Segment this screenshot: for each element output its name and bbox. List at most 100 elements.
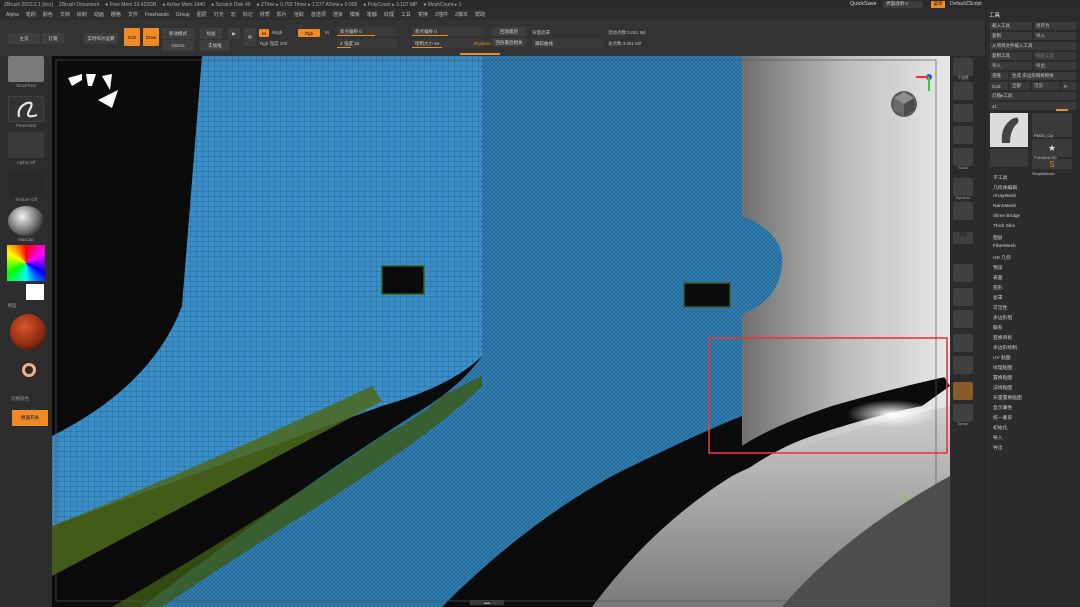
subtool-button[interactable] xyxy=(953,58,973,76)
goz-button[interactable]: GoZ xyxy=(990,82,1008,90)
menu-item[interactable]: 帮助 xyxy=(475,11,485,18)
import-2-button[interactable]: 导入 xyxy=(990,62,1032,70)
menu-item[interactable]: 文档 xyxy=(60,11,70,18)
move-button[interactable] xyxy=(953,104,973,122)
menu-item[interactable]: 颜色 xyxy=(43,11,53,18)
draw-focal-slider[interactable]: 焦点偏移 0 xyxy=(412,27,484,36)
subpanel-hd-geometry[interactable]: HD 几何 xyxy=(993,254,1011,261)
material-sphere[interactable] xyxy=(8,206,44,236)
menu-item[interactable]: 标记 xyxy=(243,11,253,18)
a-toggle[interactable]: M xyxy=(259,29,269,37)
menu-item[interactable]: 图层 xyxy=(197,11,207,18)
menu-item[interactable]: 宏 xyxy=(231,11,236,18)
bottom-tray-handle[interactable]: ▴▴▴ xyxy=(470,600,504,605)
z-intensity-slider[interactable]: Z 强度 25 xyxy=(337,39,397,48)
menu-item[interactable]: 笔刷 xyxy=(26,11,36,18)
replay-last-button[interactable]: 回放最后 xyxy=(492,27,526,36)
replay-last-rel-button[interactable]: 回放最后相关 xyxy=(492,38,526,47)
menu-item[interactable]: 变换 xyxy=(418,11,428,18)
lightbox-button[interactable]: 灯箱 xyxy=(42,33,64,44)
solo-button[interactable] xyxy=(953,264,973,282)
secondary-color-swatch[interactable] xyxy=(26,284,44,300)
load-tool-button[interactable]: 载入工具 xyxy=(990,22,1032,30)
menu-item[interactable]: Group xyxy=(176,12,190,18)
subpanel-uv-map[interactable]: UV 贴图 xyxy=(993,354,1011,361)
polyf-button[interactable] xyxy=(953,288,973,306)
export-button[interactable]: 导出 xyxy=(1034,62,1076,70)
play-icon[interactable]: ▶ xyxy=(228,28,240,39)
alpha-thumbnail[interactable] xyxy=(8,132,44,158)
quicksave-button[interactable]: QuickSave xyxy=(850,1,877,7)
menu-item[interactable]: Alpha xyxy=(6,12,19,18)
subpanel-deformation[interactable]: 变形 xyxy=(993,284,1003,291)
lasso-button[interactable] xyxy=(953,382,973,400)
brush-thumbnail[interactable] xyxy=(8,56,44,82)
menus-toggle-button[interactable]: 菜单 xyxy=(931,1,945,8)
scale-button[interactable] xyxy=(953,82,973,100)
menu-item[interactable]: Z插件 xyxy=(435,11,448,18)
menu-item[interactable]: 动画 xyxy=(94,11,104,18)
menu-item[interactable]: 影片 xyxy=(277,11,287,18)
default-zscript-button[interactable]: DefaultZScript xyxy=(950,1,982,7)
subpanel-subtool[interactable]: 子工具 xyxy=(993,174,1007,181)
goz-visible-button[interactable]: 可见 xyxy=(1032,82,1060,90)
toggle-face-button[interactable]: 换面开关 xyxy=(12,410,48,426)
subpanel-displacement-map[interactable]: 置换贴图 xyxy=(993,374,1012,381)
backface-mask-toggle[interactable]: 背面遮罩 xyxy=(532,30,550,36)
subpanel-surface[interactable]: 表面 xyxy=(993,274,1003,281)
draw-button[interactable]: Draw xyxy=(143,28,159,46)
color-picker[interactable] xyxy=(7,245,45,281)
scale-mode-button[interactable]: Gizmo xyxy=(162,40,194,51)
subpanel-initialize[interactable]: 初始化 xyxy=(993,424,1007,431)
canvas-viewport[interactable] xyxy=(52,56,950,607)
subpanel-display-properties[interactable]: 显示属性 xyxy=(993,404,1012,411)
menu-item[interactable]: 纹理 xyxy=(384,11,394,18)
live-boolean-button[interactable]: 实时布尔运算 xyxy=(84,33,118,44)
subpanel-geometry[interactable]: 几何体编辑 xyxy=(993,184,1017,191)
rgb-toggle[interactable]: Rgb xyxy=(298,29,320,37)
subpanel-unified-skin[interactable]: 统一蒙皮 xyxy=(993,414,1012,421)
current-tool-thumbnail[interactable] xyxy=(990,113,1028,147)
navigation-cube[interactable] xyxy=(891,91,917,117)
subpanel-masking[interactable]: 遮罩 xyxy=(993,294,1003,301)
subpanel-visibility[interactable]: 可见性 xyxy=(993,304,1007,311)
material-preview-sphere[interactable] xyxy=(10,314,46,350)
ghost-button[interactable] xyxy=(953,356,973,374)
sphere-icon[interactable]: ◍ xyxy=(244,28,256,46)
subpanel-fibermesh[interactable]: FiberMesh xyxy=(993,244,1016,249)
menu-item[interactable]: 文件 xyxy=(128,11,138,18)
perspective-button[interactable] xyxy=(953,202,973,220)
subpanel-nanomesh[interactable]: NanoMesh xyxy=(993,204,1016,209)
menu-item[interactable]: 拾取 xyxy=(294,11,304,18)
copy-tool-2-button[interactable]: 复制工具 xyxy=(990,52,1032,60)
small-tool-thumb[interactable] xyxy=(990,149,1028,167)
clone-button[interactable]: 克隆 xyxy=(990,72,1008,80)
save-as-button[interactable]: 另存为 xyxy=(1034,22,1076,30)
subpanel-polypaint[interactable]: 多边形绘制 xyxy=(993,344,1017,351)
lightbox-tools-button[interactable]: 灯箱▸工具 xyxy=(990,92,1076,100)
load-from-project-button[interactable]: 从项目文件载入工具 xyxy=(990,42,1076,50)
scroll-button[interactable] xyxy=(953,148,973,166)
interface-transparency-slider[interactable]: 界面透明 0 xyxy=(883,1,923,8)
linefill-button[interactable] xyxy=(953,310,973,328)
track-curve-slider[interactable]: 跟踪曲线 xyxy=(532,39,604,48)
mrgb-toggle[interactable]: Mrgb xyxy=(272,30,282,35)
subpanel-contact[interactable]: 联系 xyxy=(993,324,1003,331)
simplebrush-icon[interactable]: S xyxy=(1032,159,1072,169)
xpose-button[interactable] xyxy=(953,404,973,422)
menu-item[interactable]: 渲染 xyxy=(333,11,343,18)
subpanel-layers[interactable]: 图层 xyxy=(993,234,1003,241)
menu-item[interactable]: 笔触 xyxy=(367,11,377,18)
rgb-intensity-label[interactable]: Rgb 强度 100 xyxy=(260,41,287,47)
subpanel-vector-displacement[interactable]: 矢量置换贴图 xyxy=(993,394,1022,401)
rotate-button[interactable] xyxy=(953,126,973,144)
subpanel-polygroups[interactable]: 多边形组 xyxy=(993,314,1012,321)
subpanel-import[interactable]: 导入 xyxy=(993,434,1003,441)
focal-shift-slider[interactable]: 焦点偏移 0 xyxy=(337,27,397,36)
subpanel-export[interactable]: 导出 xyxy=(993,444,1003,451)
subpanel-slime-bridge[interactable]: Slime Bridge xyxy=(993,214,1020,219)
menu-item[interactable]: 栅格 xyxy=(111,11,121,18)
edit-button[interactable]: Edit xyxy=(124,28,140,46)
m-toggle[interactable]: M xyxy=(325,30,329,35)
subpanel-preview[interactable]: 预览 xyxy=(993,264,1003,271)
